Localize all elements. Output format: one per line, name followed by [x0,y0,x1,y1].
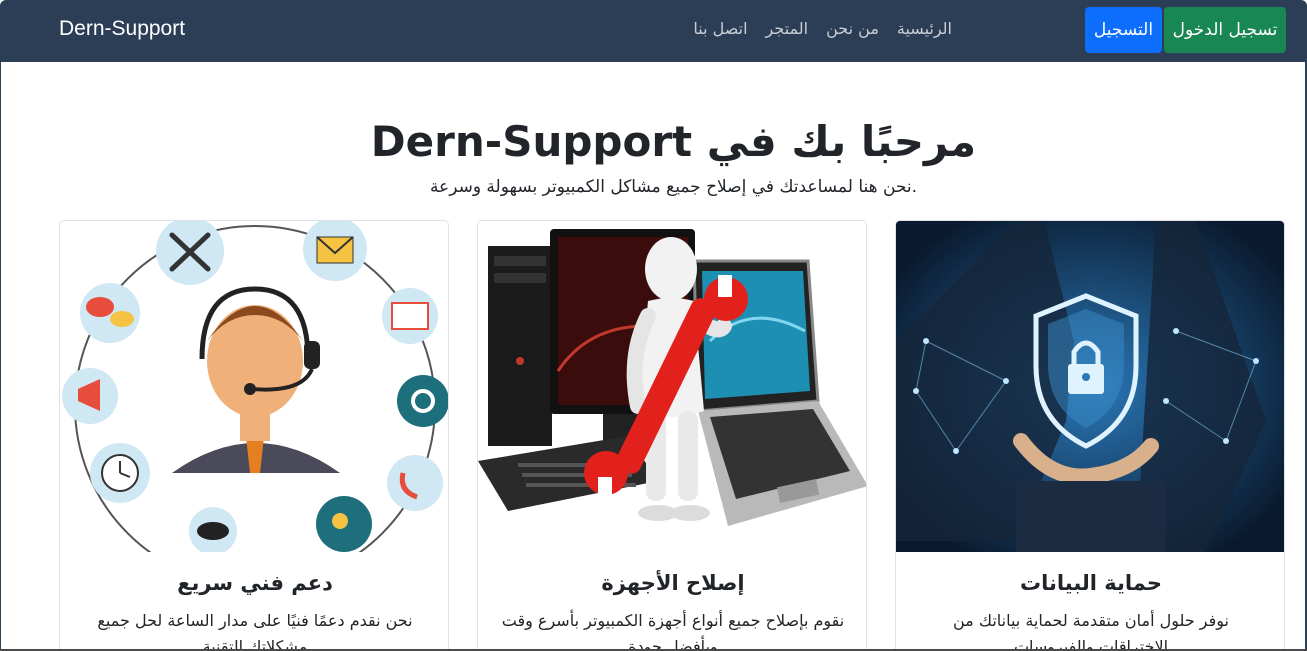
repair-illustration [478,221,866,552]
card-title-repair: إصلاح الأجهزة [601,571,745,595]
card-support: دعم فني سريع نحن نقدم دعمًا فنيًا على مد… [59,220,449,651]
nav-link-about[interactable]: من نحن [826,19,879,38]
brand-logo[interactable]: Dern-Support [59,17,185,41]
card-title-security: حماية البيانات [1019,571,1163,595]
nav-link-home[interactable]: الرئيسية [897,19,952,38]
support-illustration [60,221,448,552]
navbar: Dern-Support الرئيسية من نحن المتجر اتصل… [0,0,1307,62]
card-repair: إصلاح الأجهزة نقوم بإصلاح جميع أنواع أجه… [477,220,867,651]
login-button[interactable]: تسجيل الدخول [1164,7,1286,53]
card-text-support: نحن نقدم دعمًا فنيًا على مدار الساعة لحل… [97,611,413,651]
hero-subtitle: نحن هنا لمساعدتك في إصلاح جميع مشاكل الك… [429,177,918,197]
card-title-support: دعم فني سريع [177,571,333,595]
security-illustration [896,221,1284,552]
register-button[interactable]: التسجيل [1085,7,1162,53]
card-security: حماية البيانات نوفر حلول أمان متقدمة لحم… [895,220,1285,651]
nav-link-contact[interactable]: اتصل بنا [693,19,747,38]
nav-link-store[interactable]: المتجر [766,19,809,38]
card-text-security: نوفر حلول أمان متقدمة لحماية بياناتك من … [953,611,1229,651]
hero-title: مرحبًا بك في Dern-Support [370,117,977,166]
card-text-repair: نقوم بإصلاح جميع أنواع أجهزة الكمبيوتر ب… [501,611,845,651]
nav-links: الرئيسية من نحن المتجر اتصل بنا [693,19,952,38]
